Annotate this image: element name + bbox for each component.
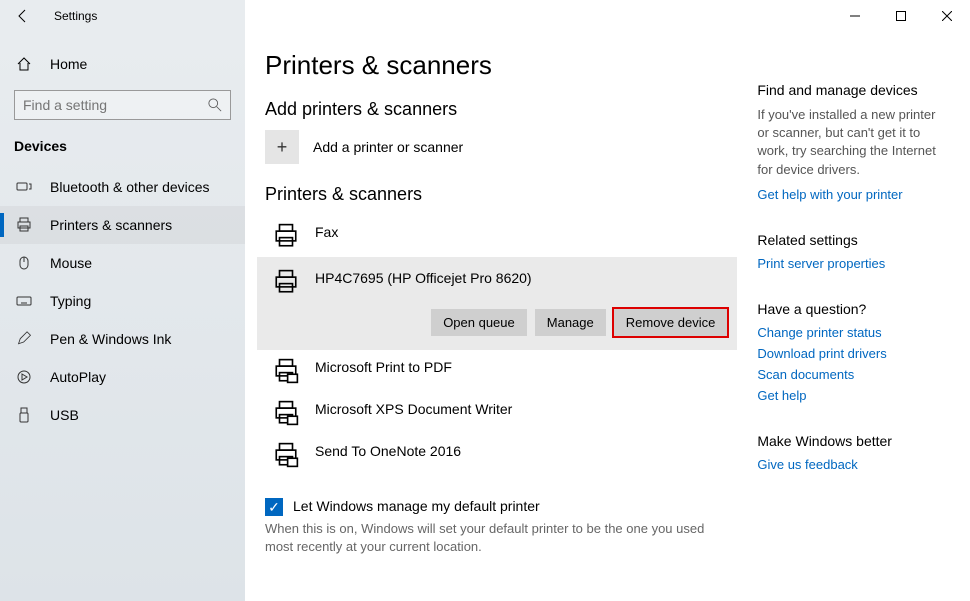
sidebar-item-autoplay[interactable]: AutoPlay [0, 358, 245, 396]
related-settings-header: Related settings [757, 232, 950, 248]
printer-item-pdf[interactable]: Microsoft Print to PDF [265, 350, 727, 392]
bluetooth-icon [14, 179, 34, 195]
minimize-button[interactable] [832, 0, 878, 32]
back-button[interactable] [0, 0, 46, 32]
maximize-button[interactable] [878, 0, 924, 32]
feedback-header: Make Windows better [757, 433, 950, 449]
manage-button[interactable]: Manage [535, 309, 606, 336]
right-panel: Find and manage devices If you've instal… [757, 50, 950, 601]
close-button[interactable] [924, 0, 970, 32]
add-printer-label: Add a printer or scanner [299, 139, 463, 155]
sidebar-item-label: Mouse [34, 255, 92, 271]
sidebar-item-label: USB [34, 407, 79, 423]
home-label: Home [34, 56, 87, 72]
sidebar-section-label: Devices [0, 130, 245, 162]
window-title: Settings [46, 9, 97, 23]
printer-item-selected[interactable]: HP4C7695 (HP Officejet Pro 8620) [257, 257, 737, 309]
printer-item-onenote[interactable]: Send To OneNote 2016 [265, 434, 727, 476]
pen-icon [14, 331, 34, 347]
printer-icon [271, 356, 301, 386]
search-input[interactable] [23, 97, 208, 113]
change-status-link[interactable]: Change printer status [757, 325, 950, 340]
printer-icon [271, 221, 301, 251]
printer-icon [271, 267, 301, 297]
sidebar-item-label: AutoPlay [34, 369, 106, 385]
sidebar-item-mouse[interactable]: Mouse [0, 244, 245, 282]
checkbox-checked-icon[interactable]: ✓ [265, 498, 283, 516]
printer-item-xps[interactable]: Microsoft XPS Document Writer [265, 392, 727, 434]
printer-icon [271, 440, 301, 470]
printer-list-header: Printers & scanners [265, 184, 727, 205]
printer-name: Microsoft Print to PDF [301, 356, 452, 375]
give-feedback-link[interactable]: Give us feedback [757, 457, 950, 472]
sidebar-item-pen[interactable]: Pen & Windows Ink [0, 320, 245, 358]
add-printer-row[interactable]: + Add a printer or scanner [265, 130, 727, 164]
find-devices-body: If you've installed a new printer or sca… [757, 106, 950, 179]
mouse-icon [14, 255, 34, 271]
add-section-header: Add printers & scanners [265, 99, 727, 120]
autoplay-icon [14, 369, 34, 385]
printer-name: Fax [301, 221, 338, 240]
printer-icon [271, 398, 301, 428]
question-header: Have a question? [757, 301, 950, 317]
usb-icon [14, 407, 34, 423]
printer-name: Microsoft XPS Document Writer [301, 398, 512, 417]
get-help-link[interactable]: Get help [757, 388, 950, 403]
sidebar-item-usb[interactable]: USB [0, 396, 245, 434]
keyboard-icon [14, 293, 34, 309]
checkbox-help-text: When this is on, Windows will set your d… [265, 520, 727, 556]
sidebar-item-label: Bluetooth & other devices [34, 179, 210, 195]
sidebar-item-label: Pen & Windows Ink [34, 331, 171, 347]
printer-name: Send To OneNote 2016 [301, 440, 461, 459]
open-queue-button[interactable]: Open queue [431, 309, 527, 336]
sidebar-item-bluetooth[interactable]: Bluetooth & other devices [0, 168, 245, 206]
print-server-link[interactable]: Print server properties [757, 256, 950, 271]
sidebar-item-printers[interactable]: Printers & scanners [0, 206, 245, 244]
plus-icon: + [265, 130, 299, 164]
remove-device-button[interactable]: Remove device [614, 309, 728, 336]
sidebar-item-label: Printers & scanners [34, 217, 172, 233]
printer-name: HP4C7695 (HP Officejet Pro 8620) [301, 267, 532, 297]
sidebar-item-label: Typing [34, 293, 91, 309]
search-box[interactable] [14, 90, 231, 120]
checkbox-label: Let Windows manage my default printer [283, 498, 540, 514]
default-printer-checkbox-row[interactable]: ✓ Let Windows manage my default printer [265, 498, 727, 516]
printer-icon [14, 217, 34, 233]
scan-documents-link[interactable]: Scan documents [757, 367, 950, 382]
page-title: Printers & scanners [265, 50, 727, 81]
home-icon [14, 56, 34, 72]
printer-item-fax[interactable]: Fax [265, 215, 727, 257]
sidebar: Home Devices Bluetooth & other devices P… [0, 32, 245, 601]
download-drivers-link[interactable]: Download print drivers [757, 346, 950, 361]
find-devices-header: Find and manage devices [757, 82, 950, 98]
sidebar-item-typing[interactable]: Typing [0, 282, 245, 320]
sidebar-home[interactable]: Home [0, 44, 245, 84]
get-help-printer-link[interactable]: Get help with your printer [757, 187, 950, 202]
search-icon [208, 98, 222, 112]
titlebar: Settings [0, 0, 970, 32]
